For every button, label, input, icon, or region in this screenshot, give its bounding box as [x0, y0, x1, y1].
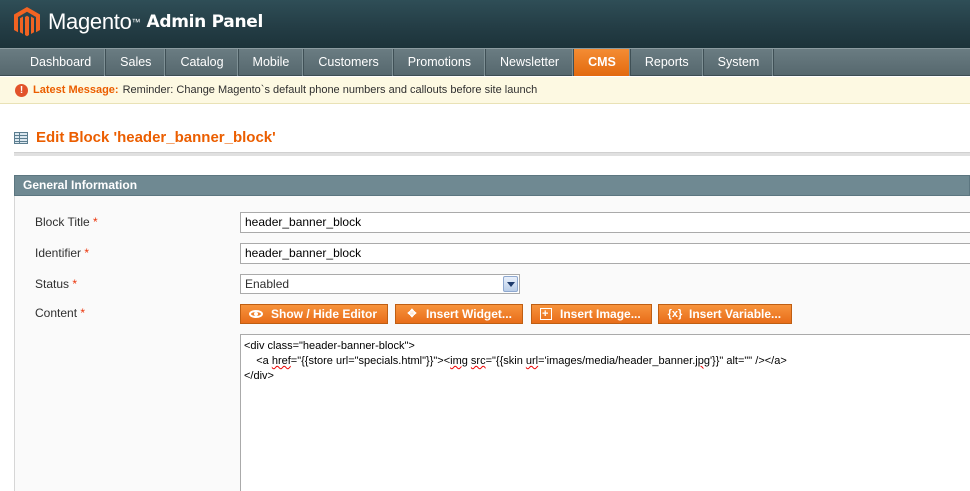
page-title: Edit Block 'header_banner_block'	[14, 129, 276, 146]
code-segment: <a	[244, 355, 272, 367]
required-mark: *	[84, 246, 90, 260]
nav-item-catalog[interactable]: Catalog	[166, 49, 239, 76]
insert-variable-button[interactable]: {x} Insert Variable...	[658, 304, 793, 324]
code-segment: href	[271, 355, 291, 367]
status-selected-value: Enabled	[245, 277, 290, 291]
nav-item-system[interactable]: System	[704, 49, 775, 76]
warning-icon: !	[15, 83, 28, 97]
title-divider	[14, 152, 970, 156]
brand-subtitle: Admin Panel	[146, 12, 264, 32]
content-textarea[interactable]: <div class="header-banner-block"> <a hre…	[240, 334, 970, 491]
message-label: Latest Message:	[33, 84, 119, 96]
insert-widget-button[interactable]: ✥ Insert Widget...	[395, 304, 523, 324]
block-title-label-text: Block Title	[35, 215, 90, 229]
admin-header: Magento ™ Admin Panel	[0, 0, 970, 48]
main-nav: Dashboard Sales Catalog Mobile Customers…	[0, 48, 970, 76]
code-segment: ="{{store url="specials.html"}}"><	[290, 355, 451, 367]
fieldset-header: General Information	[14, 175, 970, 196]
code-segment: img	[450, 355, 468, 367]
nav-item-sales[interactable]: Sales	[106, 49, 167, 76]
insert-image-label: Insert Image...	[560, 307, 641, 321]
block-title-label: Block Title *	[35, 215, 98, 229]
nav-item-cms[interactable]: CMS	[574, 49, 631, 76]
status-label-text: Status	[35, 277, 70, 291]
brand-name: Magento	[48, 9, 132, 34]
identifier-label-text: Identifier	[35, 246, 82, 260]
image-icon	[540, 305, 552, 323]
required-mark: *	[80, 306, 86, 320]
required-mark: *	[93, 215, 98, 229]
block-title-input[interactable]: header_banner_block	[240, 212, 970, 233]
message-text[interactable]: Reminder: Change Magento`s default phone…	[123, 84, 538, 96]
status-label: Status *	[35, 277, 77, 291]
grid-icon	[14, 131, 28, 144]
nav-item-promotions[interactable]: Promotions	[394, 49, 487, 76]
content-line-2: <a href="{{store url="specials.html"}}">…	[244, 354, 970, 369]
content-line-1: <div class="header-banner-block">	[244, 340, 415, 352]
code-segment: src	[470, 355, 486, 367]
code-segment: url	[525, 355, 539, 367]
magento-logo-icon	[14, 7, 40, 37]
widget-icon: ✥	[407, 308, 417, 320]
content-label-text: Content	[35, 306, 78, 320]
insert-variable-label: Insert Variable...	[689, 307, 782, 321]
identifier-input[interactable]: header_banner_block	[240, 243, 970, 264]
identifier-label: Identifier *	[35, 246, 89, 260]
eye-icon	[249, 310, 263, 318]
magento-logo[interactable]: Magento ™ Admin Panel	[12, 6, 263, 38]
code-segment: jpg	[695, 355, 710, 367]
variable-icon: {x}	[667, 308, 683, 320]
latest-message-bar: ! Latest Message: Reminder: Change Magen…	[0, 77, 970, 104]
nav-item-newsletter[interactable]: Newsletter	[486, 49, 575, 76]
show-hide-editor-label: Show / Hide Editor	[271, 307, 378, 321]
nav-item-mobile[interactable]: Mobile	[239, 49, 305, 76]
nav-item-reports[interactable]: Reports	[631, 49, 704, 76]
content-line-3: </div>	[244, 370, 274, 382]
show-hide-editor-button[interactable]: Show / Hide Editor	[240, 304, 389, 324]
code-segment: ="{{skin	[485, 355, 526, 367]
insert-image-button[interactable]: Insert Image...	[531, 304, 652, 324]
insert-widget-label: Insert Widget...	[426, 307, 512, 321]
page-heading: Edit Block 'header_banner_block'	[36, 129, 276, 146]
trademark: ™	[131, 17, 141, 27]
nav-item-customers[interactable]: Customers	[304, 49, 394, 76]
content-label: Content *	[35, 306, 85, 320]
status-select[interactable]: Enabled	[240, 274, 520, 294]
code-segment: ='images/media/header_banner.	[538, 355, 696, 367]
required-mark: *	[72, 277, 78, 291]
chevron-down-icon[interactable]	[503, 276, 518, 292]
nav-item-dashboard[interactable]: Dashboard	[0, 49, 107, 76]
code-segment: '}}" alt="" /></a>	[709, 355, 787, 367]
